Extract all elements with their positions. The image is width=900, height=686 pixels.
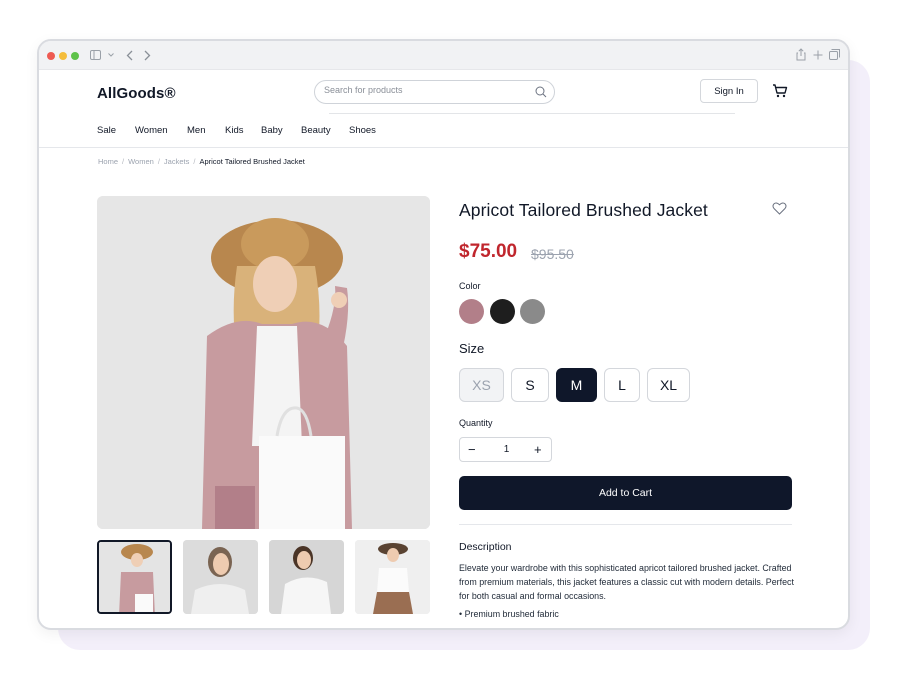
site-header: AllGoods® Sign In [39, 70, 848, 116]
chevron-down-icon[interactable] [108, 53, 114, 57]
product-main-image[interactable] [97, 196, 430, 529]
breadcrumb-women[interactable]: Women [128, 157, 154, 166]
quantity-label: Quantity [459, 418, 493, 428]
thumbnail-3[interactable] [269, 540, 344, 614]
category-nav: Sale Women Men Kids Baby Beauty Shoes [39, 116, 848, 148]
section-divider [459, 524, 792, 525]
quantity-stepper: − 1 + [459, 437, 552, 462]
browser-titlebar [39, 41, 848, 70]
heart-icon[interactable] [772, 201, 787, 216]
color-swatch-rose[interactable] [459, 299, 484, 324]
header-divider [329, 113, 735, 114]
breadcrumb-jackets[interactable]: Jackets [164, 157, 189, 166]
product-title: Apricot Tailored Brushed Jacket [459, 200, 708, 220]
forward-icon[interactable] [144, 50, 151, 61]
breadcrumb-separator: / [193, 157, 196, 166]
nav-item-sale[interactable]: Sale [97, 125, 116, 136]
nav-item-women[interactable]: Women [135, 125, 168, 136]
thumbnail-photo [99, 542, 170, 612]
nav-item-shoes[interactable]: Shoes [349, 125, 376, 136]
cart-icon[interactable] [772, 83, 788, 99]
product-photo [97, 196, 430, 529]
color-swatch-black[interactable] [490, 299, 515, 324]
size-button-xs[interactable]: XS [459, 368, 504, 402]
maximize-window-button[interactable] [71, 52, 79, 60]
thumbnail-2[interactable] [183, 540, 258, 614]
search-input[interactable] [324, 85, 524, 95]
description-title: Description [459, 541, 512, 553]
thumbnail-photo [355, 540, 430, 614]
breadcrumb-home[interactable]: Home [98, 157, 118, 166]
color-label: Color [459, 281, 481, 291]
size-button-m[interactable]: M [556, 368, 597, 402]
product-original-price: $95.50 [531, 246, 574, 262]
sidebar-icon[interactable] [90, 50, 101, 60]
thumbnail-photo [269, 540, 344, 614]
breadcrumb-current: Apricot Tailored Brushed Jacket [199, 157, 305, 166]
tabs-icon[interactable] [829, 49, 840, 60]
breadcrumb-separator: / [122, 157, 125, 166]
size-button-s[interactable]: S [511, 368, 549, 402]
close-window-button[interactable] [47, 52, 55, 60]
nav-item-beauty[interactable]: Beauty [301, 125, 331, 136]
size-button-l[interactable]: L [604, 368, 640, 402]
sign-in-button[interactable]: Sign In [700, 79, 758, 103]
nav-item-baby[interactable]: Baby [261, 125, 283, 136]
site-logo[interactable]: AllGoods® [97, 85, 176, 102]
description-text: Elevate your wardrobe with this sophisti… [459, 563, 794, 601]
thumbnail-4[interactable] [355, 540, 430, 614]
decrease-quantity-button[interactable]: − [468, 442, 476, 457]
nav-item-men[interactable]: Men [187, 125, 205, 136]
size-button-xl[interactable]: XL [647, 368, 690, 402]
increase-quantity-button[interactable]: + [534, 442, 542, 457]
search-box[interactable] [314, 80, 555, 104]
nav-item-kids[interactable]: Kids [225, 125, 243, 136]
back-icon[interactable] [126, 50, 133, 61]
search-icon[interactable] [535, 86, 547, 98]
minimize-window-button[interactable] [59, 52, 67, 60]
thumbnail-1[interactable] [97, 540, 172, 614]
share-icon[interactable] [796, 48, 806, 61]
new-tab-icon[interactable] [813, 50, 823, 60]
feature-text: Premium brushed fabric [464, 609, 559, 619]
size-label: Size [459, 341, 485, 356]
browser-window: AllGoods® Sign In Sale Women Men Kids Ba… [37, 39, 850, 630]
breadcrumb-separator: / [157, 157, 160, 166]
thumbnail-photo [183, 540, 258, 614]
breadcrumb: Home / Women / Jackets / Apricot Tailored Brus… [98, 157, 305, 166]
feature-list-item: • Premium brushed fabric [459, 609, 559, 619]
add-to-cart-button[interactable]: Add to Cart [459, 476, 792, 510]
product-price: $75.00 [459, 241, 518, 262]
quantity-value[interactable]: 1 [500, 444, 513, 455]
color-swatch-gray[interactable] [520, 299, 545, 324]
